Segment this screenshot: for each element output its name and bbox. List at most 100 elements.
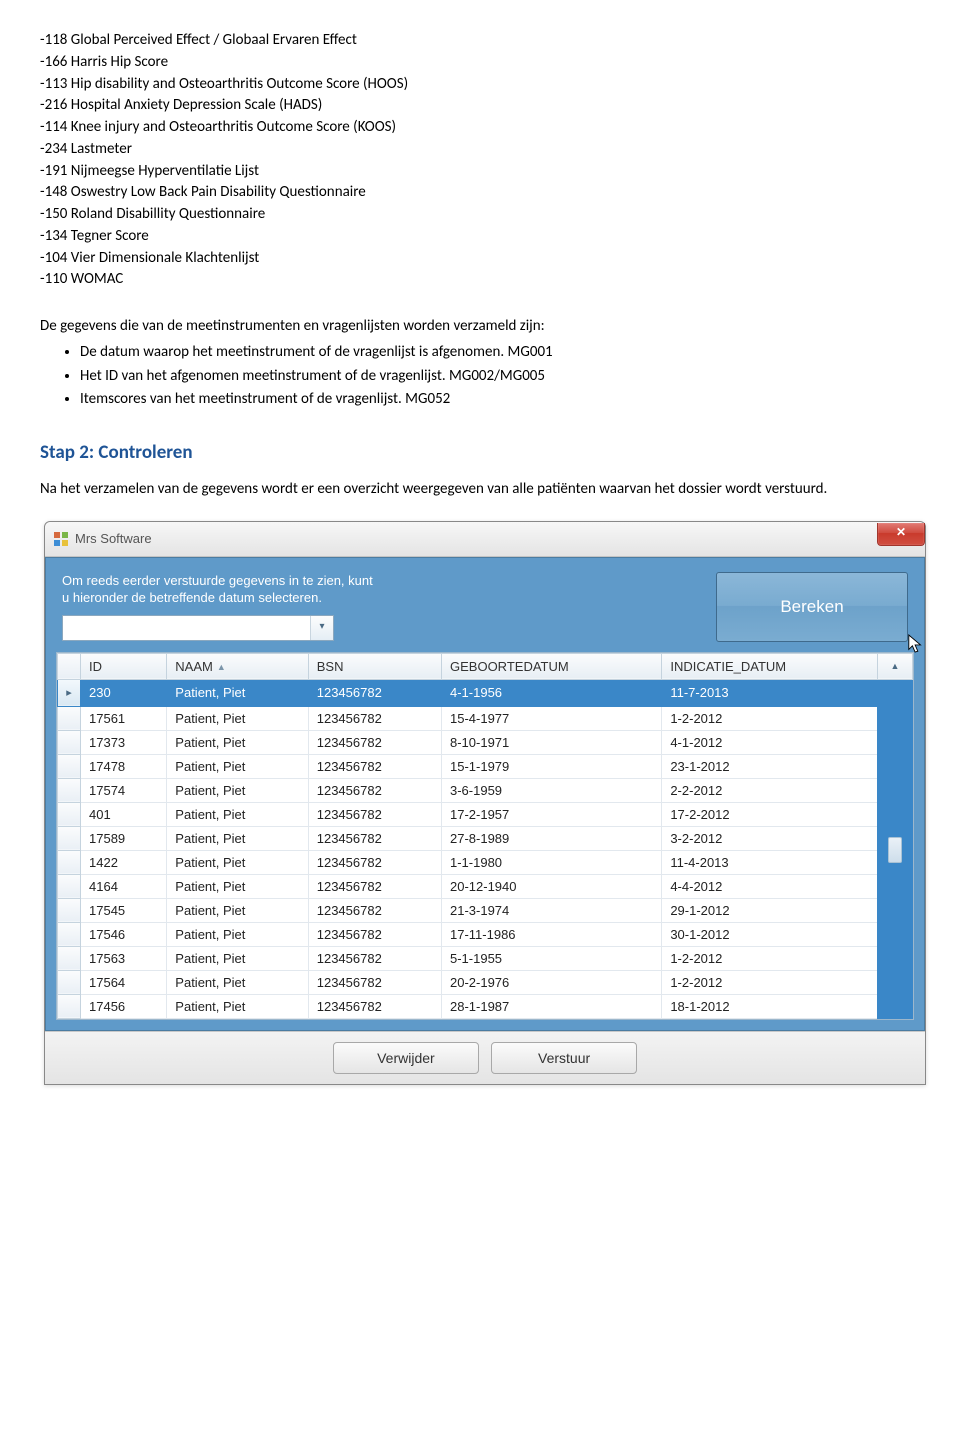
cell-bsn: 123456782 [308, 679, 441, 706]
table-row[interactable]: 17456Patient, Piet12345678228-1-198718-1… [58, 994, 913, 1018]
row-selector[interactable] [58, 994, 81, 1018]
cell-bsn: 123456782 [308, 802, 441, 826]
table-row[interactable]: 17373Patient, Piet1234567828-10-19714-1-… [58, 730, 913, 754]
score-list: -118 Global Perceived Effect / Globaal E… [40, 30, 920, 291]
col-geboortedatum[interactable]: GEBOORTEDATUM [442, 653, 662, 679]
cell-geb: 1-1-1980 [442, 850, 662, 874]
list-item: -113 Hip disability and Osteoarthritis O… [40, 74, 920, 96]
row-selector[interactable] [58, 754, 81, 778]
table-row[interactable]: 17546Patient, Piet12345678217-11-198630-… [58, 922, 913, 946]
cell-bsn: 123456782 [308, 994, 441, 1018]
cell-ind: 29-1-2012 [662, 898, 878, 922]
cell-id: 17574 [81, 778, 167, 802]
cell-naam: Patient, Piet [167, 946, 308, 970]
top-panel: Om reeds eerder verstuurde gegevens in t… [56, 568, 914, 652]
verwijder-button[interactable]: Verwijder [333, 1042, 479, 1074]
table-row[interactable]: 17561Patient, Piet12345678215-4-19771-2-… [58, 706, 913, 730]
bottom-toolbar: Verwijder Verstuur [45, 1031, 925, 1084]
document-body: -118 Global Perceived Effect / Globaal E… [40, 30, 920, 1085]
cell-geb: 20-2-1976 [442, 970, 662, 994]
cell-id: 17563 [81, 946, 167, 970]
cell-bsn: 123456782 [308, 970, 441, 994]
table-row[interactable]: 17545Patient, Piet12345678221-3-197429-1… [58, 898, 913, 922]
cell-naam: Patient, Piet [167, 922, 308, 946]
cell-ind: 4-4-2012 [662, 874, 878, 898]
cell-geb: 3-6-1959 [442, 778, 662, 802]
date-select[interactable]: ▾ [62, 615, 334, 641]
bereken-button[interactable]: Bereken [716, 572, 908, 642]
row-selector[interactable] [58, 730, 81, 754]
cell-bsn: 123456782 [308, 730, 441, 754]
cell-naam: Patient, Piet [167, 826, 308, 850]
app-window: Mrs Software ✕ Om reeds eerder verstuurd… [44, 521, 926, 1085]
cell-geb: 17-2-1957 [442, 802, 662, 826]
row-selector[interactable] [58, 946, 81, 970]
cell-naam: Patient, Piet [167, 754, 308, 778]
list-item: -114 Knee injury and Osteoarthritis Outc… [40, 117, 920, 139]
col-bsn[interactable]: BSN [308, 653, 441, 679]
info-text: Om reeds eerder verstuurde gegevens in t… [62, 572, 382, 607]
cell-naam: Patient, Piet [167, 994, 308, 1018]
row-selector[interactable] [58, 970, 81, 994]
list-item: -104 Vier Dimensionale Klachtenlijst [40, 248, 920, 270]
cell-naam: Patient, Piet [167, 898, 308, 922]
cell-ind: 17-2-2012 [662, 802, 878, 826]
bereken-label: Bereken [780, 597, 843, 616]
cell-geb: 28-1-1987 [442, 994, 662, 1018]
cell-bsn: 123456782 [308, 874, 441, 898]
col-indicatie-datum[interactable]: INDICATIE_DATUM [662, 653, 878, 679]
header-row: ID NAAM▲ BSN GEBOORTEDATUM INDICATIE_DAT… [58, 653, 913, 679]
list-item: -110 WOMAC [40, 269, 920, 291]
bullet-item: Itemscores van het meetinstrument of de … [80, 389, 920, 411]
list-item: -191 Nijmeegse Hyperventilatie Lijst [40, 161, 920, 183]
table-row[interactable]: 17574Patient, Piet1234567823-6-19592-2-2… [58, 778, 913, 802]
data-grid[interactable]: ID NAAM▲ BSN GEBOORTEDATUM INDICATIE_DAT… [56, 652, 914, 1020]
cell-geb: 4-1-1956 [442, 679, 662, 706]
list-item: -166 Harris Hip Score [40, 52, 920, 74]
window-title: Mrs Software [75, 531, 152, 546]
row-selector[interactable] [58, 706, 81, 730]
close-button[interactable]: ✕ [877, 523, 925, 546]
list-item: -234 Lastmeter [40, 139, 920, 161]
cell-geb: 15-1-1979 [442, 754, 662, 778]
table-row[interactable]: 1422Patient, Piet1234567821-1-198011-4-2… [58, 850, 913, 874]
bullet-list: De datum waarop het meetinstrument of de… [40, 342, 920, 411]
cell-ind: 1-2-2012 [662, 970, 878, 994]
table-row[interactable]: ▸230Patient, Piet1234567824-1-195611-7-2… [58, 679, 913, 706]
cell-id: 230 [81, 679, 167, 706]
cell-ind: 1-2-2012 [662, 946, 878, 970]
row-selector[interactable] [58, 778, 81, 802]
table-row[interactable]: 17589Patient, Piet12345678227-8-19893-2-… [58, 826, 913, 850]
table-row[interactable]: 17563Patient, Piet1234567825-1-19551-2-2… [58, 946, 913, 970]
date-select-value [63, 616, 310, 640]
table-row[interactable]: 17478Patient, Piet12345678215-1-197923-1… [58, 754, 913, 778]
titlebar: Mrs Software ✕ [45, 522, 925, 557]
row-selector[interactable] [58, 898, 81, 922]
cell-id: 17564 [81, 970, 167, 994]
table-row[interactable]: 17564Patient, Piet12345678220-2-19761-2-… [58, 970, 913, 994]
row-selector[interactable] [58, 922, 81, 946]
row-selector[interactable] [58, 874, 81, 898]
verstuur-button[interactable]: Verstuur [491, 1042, 637, 1074]
row-selector-header [58, 653, 81, 679]
row-selector[interactable]: ▸ [58, 679, 81, 706]
table-row[interactable]: 401Patient, Piet12345678217-2-195717-2-2… [58, 802, 913, 826]
scrollbar-track[interactable] [878, 679, 913, 1018]
cell-bsn: 123456782 [308, 850, 441, 874]
cell-id: 17589 [81, 826, 167, 850]
cell-naam: Patient, Piet [167, 706, 308, 730]
cell-naam: Patient, Piet [167, 730, 308, 754]
cell-bsn: 123456782 [308, 922, 441, 946]
row-selector[interactable] [58, 850, 81, 874]
close-icon: ✕ [896, 525, 906, 539]
col-id[interactable]: ID [81, 653, 167, 679]
col-naam[interactable]: NAAM▲ [167, 653, 308, 679]
scrollbar-thumb[interactable] [888, 837, 902, 863]
scroll-up-icon[interactable]: ▲ [878, 653, 913, 679]
cell-ind: 1-2-2012 [662, 706, 878, 730]
cell-geb: 21-3-1974 [442, 898, 662, 922]
row-selector[interactable] [58, 826, 81, 850]
row-selector[interactable] [58, 802, 81, 826]
table-row[interactable]: 4164Patient, Piet12345678220-12-19404-4-… [58, 874, 913, 898]
cell-id: 17545 [81, 898, 167, 922]
